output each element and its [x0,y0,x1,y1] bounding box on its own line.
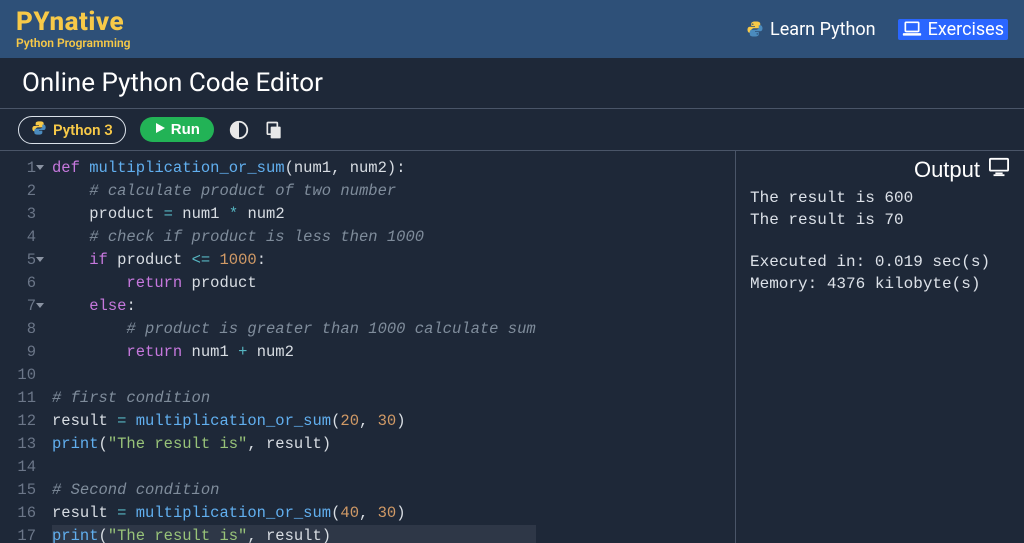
code-line[interactable]: # calculate product of two number [52,180,536,203]
python-icon [746,20,764,38]
output-text: The result is 600The result is 70 [750,187,1010,231]
laptop-icon [902,20,922,38]
line-number: 17 [0,525,36,543]
theme-toggle-icon[interactable] [228,119,250,141]
output-pane: Output The result is 600The result is 70… [736,151,1024,543]
line-number: 5 [0,249,36,272]
line-gutter: 1234567891011121314151617 [0,151,44,543]
logo-subtitle: Python Programming [16,37,130,49]
language-selector[interactable]: Python 3 [18,116,126,144]
nav-learn-label: Learn Python [770,19,876,40]
line-number: 16 [0,502,36,525]
run-button[interactable]: Run [140,117,214,142]
line-number: 11 [0,387,36,410]
output-title: Output [914,157,980,183]
code-line[interactable]: result = multiplication_or_sum(40, 30) [52,502,536,525]
main-area: 1234567891011121314151617 def multiplica… [0,151,1024,543]
code-line[interactable]: print("The result is", result) [52,525,536,543]
line-number: 10 [0,364,36,387]
code-line[interactable]: return product [52,272,536,295]
output-memory: Memory: 4376 kilobyte(s) [750,273,1010,295]
logo-title: PYnative [16,9,130,35]
line-number: 1 [0,157,36,180]
code-line[interactable]: def multiplication_or_sum(num1, num2): [52,157,536,180]
code-line[interactable]: else: [52,295,536,318]
line-number: 13 [0,433,36,456]
python-icon [31,120,47,140]
copy-icon[interactable] [264,120,284,140]
language-label: Python 3 [53,121,113,139]
nav-exercises[interactable]: Exercises [898,19,1008,40]
editor-toolbar: Python 3 Run [0,109,1024,151]
line-number: 9 [0,341,36,364]
line-number: 2 [0,180,36,203]
code-line[interactable]: product = num1 * num2 [52,203,536,226]
output-line: The result is 600 [750,187,1010,209]
line-number: 7 [0,295,36,318]
code-line[interactable]: # check if product is less then 1000 [52,226,536,249]
code-line[interactable]: return num1 + num2 [52,341,536,364]
monitor-icon [988,157,1010,183]
nav-exercises-label: Exercises [928,19,1004,40]
play-icon [154,121,166,138]
output-line: The result is 70 [750,209,1010,231]
line-number: 12 [0,410,36,433]
code-editor[interactable]: 1234567891011121314151617 def multiplica… [0,151,736,543]
logo[interactable]: PYnative Python Programming [16,9,130,49]
line-number: 3 [0,203,36,226]
code-line[interactable]: # first condition [52,387,536,410]
code-line[interactable] [52,364,536,387]
line-number: 14 [0,456,36,479]
output-title-row: Output [750,157,1010,183]
code-line[interactable]: if product <= 1000: [52,249,536,272]
nav-learn-python[interactable]: Learn Python [746,19,876,40]
code-line[interactable]: result = multiplication_or_sum(20, 30) [52,410,536,433]
line-number: 4 [0,226,36,249]
code-line[interactable]: # product is greater than 1000 calculate… [52,318,536,341]
line-number: 8 [0,318,36,341]
code-line[interactable] [52,456,536,479]
line-number: 6 [0,272,36,295]
code-content[interactable]: def multiplication_or_sum(num1, num2): #… [44,151,536,543]
line-number: 15 [0,479,36,502]
run-label: Run [171,121,200,138]
top-header: PYnative Python Programming Learn Python… [0,0,1024,58]
code-line[interactable]: # Second condition [52,479,536,502]
code-line[interactable]: print("The result is", result) [52,433,536,456]
nav-right: Learn Python Exercises [746,19,1008,40]
page-title: Online Python Code Editor [0,58,1024,109]
output-exec-time: Executed in: 0.019 sec(s) [750,251,1010,273]
